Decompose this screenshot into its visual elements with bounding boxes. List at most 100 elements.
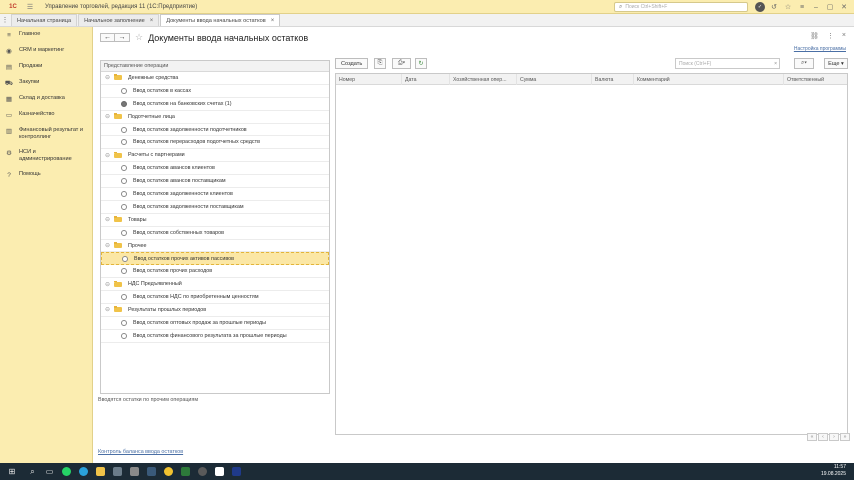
sidebar-item-sales[interactable]: ▤ Продажи — [0, 59, 92, 75]
app-icon[interactable] — [194, 463, 211, 480]
tab-home[interactable]: Начальная страница — [11, 14, 78, 26]
next-page-icon[interactable]: › — [829, 433, 839, 441]
tree-item-row[interactable]: Ввод остатков финансового результата за … — [101, 330, 329, 343]
grid-menu-icon[interactable]: ⋮ — [0, 14, 10, 26]
radio-icon[interactable] — [121, 229, 127, 236]
sidebar-item-main[interactable]: ≡ Главное — [0, 27, 92, 43]
radio-icon[interactable] — [121, 126, 127, 133]
column-operation[interactable]: Хозяйственная опер... — [450, 74, 517, 85]
copy-icon[interactable]: ⎘ — [374, 58, 386, 69]
balance-control-link[interactable]: Контроль баланса ввода остатков — [98, 449, 183, 455]
search-button[interactable]: ⌕▾ — [794, 58, 814, 69]
tree-group-row[interactable]: ⊖ Денежные средства — [101, 72, 329, 85]
radio-icon[interactable] — [121, 319, 127, 326]
global-search-input[interactable]: ⌕ Поиск Ctrl+Shift+F — [614, 2, 748, 12]
telegram-icon[interactable] — [75, 463, 92, 480]
collapse-icon[interactable]: ⊖ — [105, 216, 111, 223]
tree-item-row[interactable]: Ввод остатков в кассах — [101, 85, 329, 98]
collapse-icon[interactable]: ⊖ — [105, 281, 111, 288]
refresh-icon[interactable]: ↻ — [415, 58, 427, 69]
tree-item-row[interactable]: Ввод остатков задолженности поставщикам — [101, 201, 329, 214]
tree-item-row[interactable]: Ввод остатков оптовых продаж за прошлые … — [101, 317, 329, 330]
tree-group-row[interactable]: ⊖ Подотчетные лица — [101, 111, 329, 124]
notifications-icon[interactable]: ✓ — [754, 1, 766, 13]
close-icon[interactable]: × — [271, 18, 275, 24]
sidebar-item-treasury[interactable]: ▭ Казначейство — [0, 107, 92, 123]
minimize-icon[interactable]: – — [810, 1, 822, 13]
tree-item-row[interactable]: Ввод остатков задолженности клиентов — [101, 188, 329, 201]
radio-icon[interactable] — [121, 178, 127, 185]
radio-icon[interactable] — [121, 165, 127, 172]
sidebar-item-warehouse[interactable]: ▦ Склад и доставка — [0, 91, 92, 107]
tree-group-row[interactable]: ⊖ НДС Предъявленный — [101, 278, 329, 292]
tree-group-row[interactable]: ⊖ Результаты прошлых периодов — [101, 304, 329, 317]
collapse-icon[interactable]: ⊖ — [105, 306, 111, 313]
prev-page-icon[interactable]: ‹ — [818, 433, 828, 441]
last-page-icon[interactable]: » — [840, 433, 850, 441]
more-button[interactable]: Еще ▾ — [824, 58, 848, 69]
column-amount[interactable]: Сумма — [517, 74, 592, 85]
history-icon[interactable]: ↺ — [768, 1, 780, 13]
settings-link[interactable]: Настройка программы — [794, 46, 846, 52]
clear-icon[interactable]: × — [774, 61, 777, 67]
close-icon[interactable]: × — [842, 32, 846, 40]
back-button[interactable]: ← — [100, 33, 115, 42]
column-date[interactable]: Дата — [402, 74, 450, 85]
column-number[interactable]: Номер — [336, 74, 402, 85]
tree-item-row[interactable]: Ввод остатков прочих активов пассивов — [101, 252, 329, 266]
tree-item-row[interactable]: Ввод остатков перерасходов подотчетных с… — [101, 136, 329, 150]
radio-icon[interactable] — [121, 203, 127, 210]
radio-icon[interactable] — [121, 190, 127, 197]
tab-initial-fill[interactable]: Начальное заполнение × — [78, 14, 160, 26]
collapse-icon[interactable]: ⊖ — [105, 74, 111, 81]
taskbar-clock[interactable]: 11:57 19.08.2025 — [821, 464, 846, 478]
column-currency[interactable]: Валюта — [592, 74, 634, 85]
app-icon[interactable] — [211, 463, 228, 480]
print-icon[interactable]: ⎙▾ — [392, 58, 411, 69]
radio-icon[interactable] — [121, 100, 127, 107]
tree-group-row[interactable]: ⊖ Прочее — [101, 240, 329, 253]
list-search-input[interactable]: Поиск (Ctrl+F) × — [675, 58, 780, 69]
tree-item-row[interactable]: Ввод остатков авансов клиентов — [101, 162, 329, 176]
collapse-icon[interactable]: ⊖ — [105, 242, 111, 249]
column-responsible[interactable]: Ответственный — [784, 74, 849, 85]
app-icon[interactable] — [143, 463, 160, 480]
explorer-icon[interactable] — [92, 463, 109, 480]
tree-item-row[interactable]: Ввод остатков прочих расходов — [101, 265, 329, 279]
app-icon[interactable] — [126, 463, 143, 480]
sidebar-item-crm[interactable]: ◉ CRM и маркетинг — [0, 43, 92, 59]
radio-icon[interactable] — [121, 294, 127, 301]
close-icon[interactable]: ✕ — [838, 1, 850, 13]
windows-start-icon[interactable]: ⊞ — [0, 463, 24, 480]
more-vertical-icon[interactable]: ⋮ — [827, 32, 834, 40]
collapse-icon[interactable]: ⊖ — [105, 152, 111, 159]
radio-icon[interactable] — [122, 255, 128, 262]
link-icon[interactable]: ⛓ — [810, 32, 819, 40]
radio-icon[interactable] — [121, 332, 127, 339]
tree-item-row[interactable]: Ввод остатков собственных товаров — [101, 227, 329, 240]
app-icon[interactable] — [228, 463, 245, 480]
sidebar-item-finance[interactable]: ▥ Финансовый результат и контроллинг — [0, 123, 92, 145]
favorite-star-icon[interactable]: ☆ — [135, 32, 143, 43]
first-page-icon[interactable]: « — [807, 433, 817, 441]
radio-icon[interactable] — [121, 139, 127, 146]
sidebar-item-admin[interactable]: ⚙ НСИ и администрирование — [0, 145, 92, 167]
maximize-icon[interactable]: ▢ — [824, 1, 836, 13]
sidebar-item-purchases[interactable]: ⛟ Закупки — [0, 75, 92, 91]
app-icon[interactable] — [177, 463, 194, 480]
collapse-icon[interactable]: ⊖ — [105, 113, 111, 120]
create-button[interactable]: Создать — [335, 58, 369, 69]
sidebar-item-help[interactable]: ? Помощь — [0, 167, 92, 183]
tree-item-row[interactable]: Ввод остатков НДС по приобретенным ценно… — [101, 291, 329, 305]
main-menu-icon[interactable]: ≡ — [796, 1, 808, 13]
tree-item-row[interactable]: Ввод остатков авансов поставщикам — [101, 175, 329, 189]
forward-button[interactable]: → — [115, 33, 130, 42]
tree-item-row[interactable]: Ввод остатков на банковских счетах (1) — [101, 98, 329, 111]
radio-icon[interactable] — [121, 87, 127, 94]
menu-icon[interactable]: ☰ — [25, 2, 35, 12]
task-view-icon[interactable]: ▭ — [41, 463, 58, 480]
radio-icon[interactable] — [121, 268, 127, 275]
whatsapp-icon[interactable] — [58, 463, 75, 480]
app-icon[interactable] — [160, 463, 177, 480]
app-icon[interactable] — [109, 463, 126, 480]
